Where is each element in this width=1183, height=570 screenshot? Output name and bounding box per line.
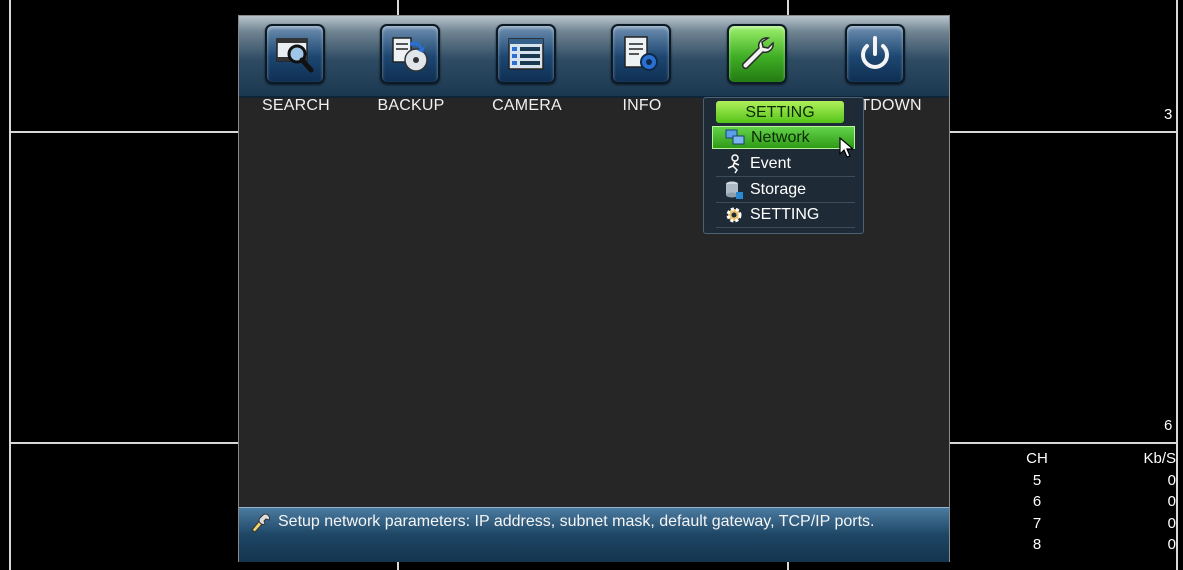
menu-label-backup: BACKUP — [377, 97, 445, 114]
storage-icon — [724, 180, 744, 200]
info-document-icon — [611, 24, 671, 84]
stats-kbs: 0 — [1167, 514, 1176, 532]
grid-line-vertical-center-right — [787, 0, 789, 15]
grid-line-horizontal-top-left — [9, 131, 238, 133]
stats-row: 5 0 — [1010, 470, 1176, 492]
camera-list-icon — [496, 24, 556, 84]
status-bar: Setup network parameters: IP address, su… — [239, 507, 949, 562]
grid-line-horizontal-top-right — [950, 131, 1178, 133]
grid-line-vertical-right — [1176, 0, 1178, 570]
grid-line-vertical-center-left — [397, 0, 399, 15]
grid-line-horizontal-bottom-right — [950, 442, 1178, 444]
stats-kbs: 0 — [1167, 536, 1176, 553]
grid-line-vertical-center-right-bottom — [787, 562, 789, 570]
backup-disc-icon — [380, 24, 440, 84]
mouse-cursor-icon — [839, 137, 855, 158]
dropdown-separator — [716, 227, 855, 228]
dropdown-label-network: Network — [751, 128, 810, 146]
menu-label-info: INFO — [622, 97, 662, 114]
stats-kbs: 0 — [1167, 493, 1176, 510]
stats-header: CH Kb/S — [1010, 448, 1176, 470]
grid-line-horizontal-bottom-left — [9, 442, 238, 444]
stats-ch: 6 — [1032, 493, 1042, 510]
menu-item-camera[interactable]: CAMERA — [477, 24, 577, 120]
stats-header-ch: CH — [1026, 450, 1048, 467]
gear-icon — [724, 205, 744, 225]
channel-label-6: 6 — [1164, 417, 1173, 434]
dropdown-separator — [716, 176, 855, 177]
menu-item-info[interactable]: INFO — [592, 24, 692, 120]
stats-kbs: 0 — [1167, 471, 1176, 489]
stats-row: 7 0 — [1010, 513, 1176, 535]
channel-label-3: 3 — [1164, 106, 1173, 123]
network-icon — [725, 128, 745, 148]
dropdown-label-storage: Storage — [750, 180, 807, 198]
status-text: Setup network parameters: IP address, su… — [278, 513, 875, 530]
setting-dropdown: SETTING Network Event Storage SETTING — [703, 97, 864, 234]
dropdown-title[interactable]: SETTING — [716, 101, 844, 123]
menu-label-search: SEARCH — [262, 97, 330, 114]
stats-header-kbs: Kb/S — [1143, 450, 1176, 467]
menu-label-camera: CAMERA — [492, 97, 562, 114]
dropdown-item-event[interactable]: Event — [712, 152, 855, 177]
wrench-pencil-icon — [249, 513, 271, 533]
dropdown-item-storage[interactable]: Storage — [712, 178, 855, 203]
main-menu-window: SEARCH BACKUP CAMERA INFO TDOWN SETTING … — [238, 15, 950, 562]
menu-item-search[interactable]: SEARCH — [246, 24, 346, 120]
wrench-icon — [727, 24, 787, 84]
stats-ch: 7 — [1032, 514, 1042, 532]
stats-row: 6 0 — [1010, 491, 1176, 513]
grid-line-vertical-left — [9, 0, 11, 570]
bitrate-stats: CH Kb/S 5 0 6 0 7 0 8 0 — [1010, 448, 1176, 556]
menu-item-backup[interactable]: BACKUP — [361, 24, 461, 120]
dropdown-label-event: Event — [750, 154, 791, 172]
stats-ch: 8 — [1032, 536, 1042, 553]
dropdown-item-network[interactable]: Network — [712, 126, 855, 149]
power-icon — [845, 24, 905, 84]
grid-line-vertical-center-left-bottom — [397, 562, 399, 570]
stats-row: 8 0 — [1010, 534, 1176, 556]
dropdown-item-setting[interactable]: SETTING — [712, 203, 855, 228]
event-icon — [724, 153, 744, 174]
stats-ch: 5 — [1032, 471, 1042, 489]
dropdown-label-setting: SETTING — [750, 205, 820, 223]
search-film-icon — [265, 24, 325, 84]
